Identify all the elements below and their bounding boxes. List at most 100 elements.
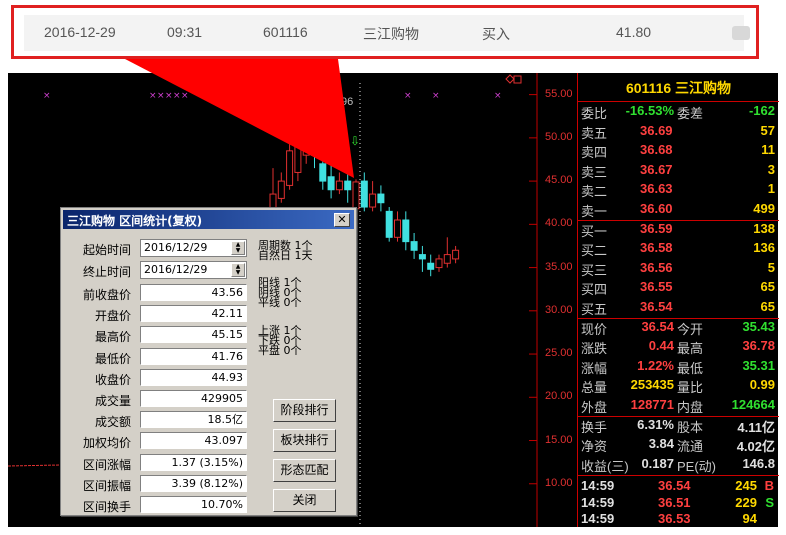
y-tick-label: 30.00 — [545, 303, 573, 316]
quote-value: 36.54 — [641, 318, 674, 334]
tick-row: 14:59 36.53 94 — [578, 510, 779, 529]
quote-value: 499 — [753, 201, 775, 216]
stat-value: 43.097 — [140, 432, 247, 450]
candle-body — [394, 219, 401, 238]
tick-flag: B — [764, 478, 774, 493]
y-tick-label: 15.00 — [545, 433, 573, 446]
end-time-label: 终止时间 — [82, 265, 131, 279]
y-tick-label: 50.00 — [545, 130, 573, 143]
trade-price: 41.80 — [616, 24, 652, 40]
quote-label: 最高 — [677, 341, 704, 357]
tick-time: 14:59 — [581, 511, 615, 526]
stat-label: 成交量 — [94, 394, 131, 408]
candle-body — [327, 176, 335, 191]
stat-label: 前收盘价 — [82, 288, 131, 302]
close-button[interactable]: 关闭 — [273, 489, 336, 512]
stat-value: 3.39 (8.12%) — [140, 474, 247, 492]
event-marker: × — [181, 91, 189, 101]
quote-value: 0.99 — [749, 377, 775, 393]
quote-row: 净资 3.84 流通 4.02亿 — [578, 435, 779, 454]
quote-row: 买二 36.58 136 — [578, 239, 779, 258]
y-tick-label: 20.00 — [545, 390, 573, 403]
stat-value: 43.56 — [140, 284, 247, 301]
stat-value: 18.5亿 — [140, 411, 247, 429]
quote-value: 36.69 — [640, 122, 673, 138]
count-stat: 平线 0个 — [258, 296, 302, 309]
chart-option-icon — [513, 75, 522, 84]
quote-label: 卖四 — [581, 145, 608, 161]
candle-body — [352, 181, 360, 210]
quote-value: 36.68 — [640, 142, 673, 158]
quote-label: 股本 — [677, 419, 704, 435]
spin-icon[interactable]: ▲ ▼ — [231, 263, 245, 277]
y-tick-label: 40.00 — [545, 217, 573, 230]
stat-label: 开盘价 — [94, 309, 131, 324]
row-toggle[interactable] — [732, 26, 750, 40]
sector-ranking-button[interactable]: 板块排行 — [273, 429, 336, 452]
event-marker: × — [494, 91, 502, 101]
trade-time: 09:31 — [167, 24, 203, 40]
quote-label: 买三 — [581, 262, 608, 278]
dialog-titlebar[interactable]: 三江购物 区间统计(复权) ✕ — [63, 210, 354, 229]
quote-label: 涨幅 — [581, 360, 608, 376]
quote-value: 124664 — [731, 397, 775, 412]
chart-mode-icon — [505, 74, 515, 84]
quote-row: 买三 36.56 5 — [578, 259, 779, 278]
quote-label: 买五 — [581, 302, 608, 317]
count-stat: 自然日 1天 — [258, 249, 313, 262]
start-time-label: 起始时间 — [82, 243, 131, 257]
end-time-picker[interactable]: 2016/12/29 ▲ ▼ — [140, 261, 247, 279]
trade-banner-row[interactable]: 2016-12-29 09:31 601116 三江购物 买入 41.80 — [24, 15, 750, 51]
stat-label: 最高价 — [94, 330, 131, 345]
close-icon[interactable]: ✕ — [334, 213, 350, 227]
quote-value: 57 — [760, 122, 775, 138]
quote-row: 卖五 36.69 57 — [578, 122, 779, 141]
quote-value: 1 — [767, 181, 775, 197]
candle-body — [302, 133, 310, 156]
event-marker: × — [43, 91, 51, 101]
tick-vol: 229 — [735, 494, 757, 510]
start-time-value: 2016/12/29 — [144, 241, 208, 254]
start-time-picker[interactable]: 2016/12/29 ▲ ▼ — [140, 239, 247, 257]
quote-label: 卖一 — [581, 204, 608, 219]
interval-stats-dialog: 三江购物 区间统计(复权) ✕ 起始时间 2016/12/29 ▲ ▼ 终止时间 … — [60, 207, 357, 516]
spin-icon[interactable]: ▲ ▼ — [231, 241, 245, 255]
quote-value: 128771 — [630, 397, 674, 412]
candle-body — [286, 150, 294, 186]
quote-label: 买四 — [581, 282, 608, 298]
quote-value: 6.31% — [637, 416, 674, 432]
quote-value: 36.54 — [640, 299, 673, 314]
tick-vol: 245 — [735, 478, 757, 493]
stat-label: 区间振幅 — [82, 478, 131, 493]
quote-row: 总量 253435 量比 0.99 — [578, 376, 779, 395]
candle-body — [294, 146, 302, 173]
quote-value: 36.67 — [640, 161, 673, 177]
quote-label: 量比 — [677, 380, 704, 396]
candle-body — [344, 180, 352, 191]
stage-ranking-button[interactable]: 阶段排行 — [273, 399, 336, 422]
quote-label: 委差 — [677, 106, 704, 121]
pattern-match-button[interactable]: 形态匹配 — [273, 459, 336, 482]
event-marker: × — [149, 91, 157, 101]
dialog-title: 三江购物 区间统计(复权) — [67, 214, 203, 228]
divider — [578, 101, 779, 102]
quote-label: 收益(三) — [581, 458, 629, 474]
quote-label: 净资 — [581, 439, 608, 455]
tick-time: 14:59 — [581, 494, 615, 510]
y-tick-label: 25.00 — [545, 347, 573, 360]
quote-row: 涨跌 0.44 最高 36.78 — [578, 337, 779, 356]
quote-value: 0.187 — [641, 455, 674, 471]
quote-value: -162 — [748, 103, 775, 118]
quote-label: 卖二 — [581, 184, 608, 200]
quote-value: 1.22% — [637, 357, 674, 373]
candle-body — [443, 254, 451, 264]
quote-value: 146.8 — [742, 455, 775, 471]
quote-value: 3 — [767, 161, 775, 177]
stat-label: 加权均价 — [82, 436, 131, 451]
quote-value: 65 — [760, 299, 775, 314]
quote-value: 36.58 — [640, 240, 673, 256]
quote-label: 现价 — [581, 321, 608, 337]
event-marker: × — [165, 91, 173, 101]
quote-row: 卖三 36.67 3 — [578, 161, 779, 180]
candle-body — [377, 193, 385, 204]
